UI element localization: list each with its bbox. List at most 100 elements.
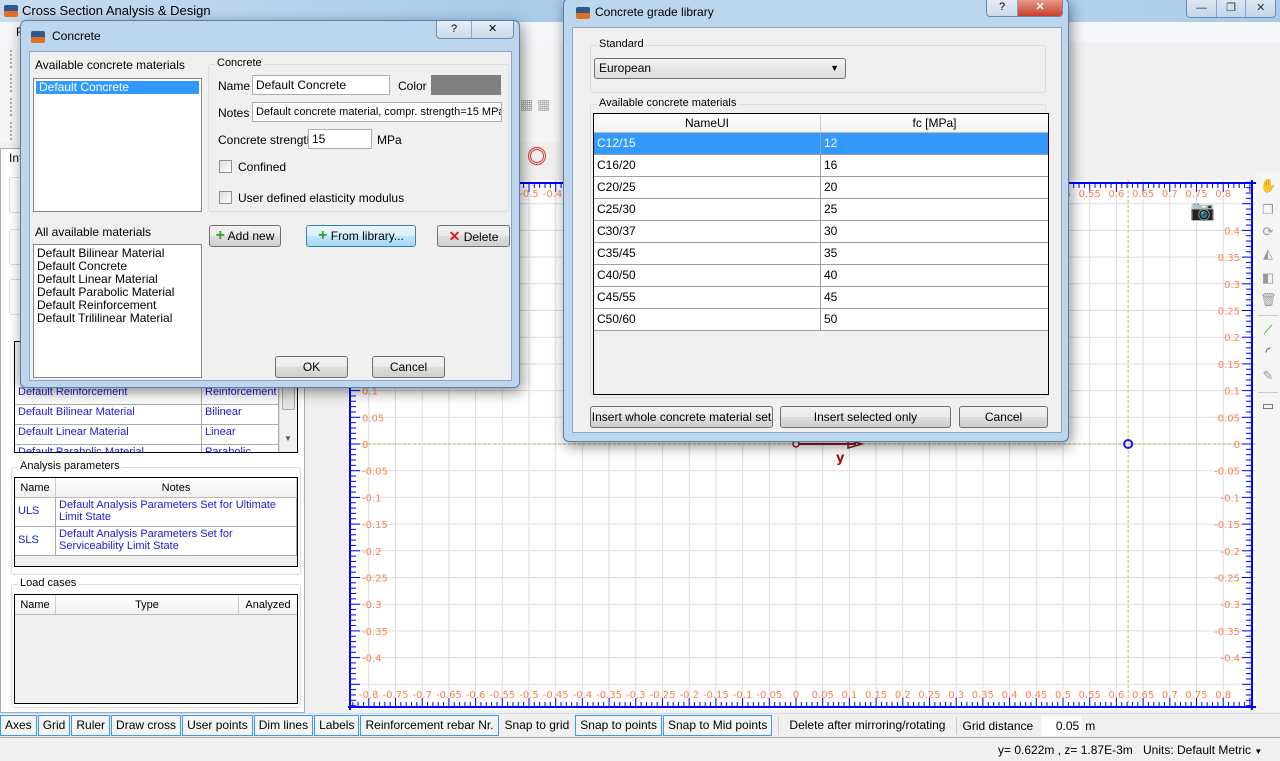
close-button[interactable]: ✕	[1246, 0, 1275, 17]
x-tick-label-bottom: 0.6	[1108, 690, 1124, 701]
erase-icon[interactable]: ✎	[1260, 368, 1276, 384]
list-item[interactable]: Default Trililinear Material	[34, 312, 201, 325]
table-row[interactable]: C45/55 45	[594, 287, 1048, 309]
table-row[interactable]: SLS Default Analysis Parameters Set for …	[15, 527, 297, 556]
x-tick-label-bottom: 0.25	[918, 690, 940, 701]
x-tick-label-top: 0.55	[1079, 189, 1101, 200]
toggle-ruler[interactable]: Ruler	[71, 715, 111, 736]
toggle-snap-to-grid[interactable]: Snap to grid	[500, 715, 575, 736]
arc-icon[interactable]: ◜	[1260, 344, 1276, 360]
toggle-user-points[interactable]: User points	[182, 715, 253, 736]
toggle-labels[interactable]: Labels	[314, 715, 360, 736]
x-tick-label-bottom: 0.05	[812, 690, 834, 701]
strength-input[interactable]: 15	[308, 129, 372, 149]
toggle-grid[interactable]: Grid	[37, 715, 71, 736]
color-swatch[interactable]	[431, 75, 501, 95]
table-row[interactable]: C50/60 50	[594, 309, 1048, 331]
separator	[778, 716, 780, 735]
scroll-down-icon[interactable]: ▼	[284, 434, 292, 443]
dialog-title: Concrete grade library	[595, 5, 714, 19]
x-tick-label-bottom: 0.3	[948, 690, 964, 701]
column-header-name[interactable]: NameUI	[594, 114, 821, 132]
rotate-icon[interactable]: ⟳	[1260, 224, 1276, 240]
table-row[interactable]: C40/50 40	[594, 265, 1048, 287]
toolbar-grip[interactable]	[10, 122, 14, 140]
scrollbar-thumb[interactable]	[282, 386, 295, 410]
toggle-draw-cross[interactable]: Draw cross	[111, 715, 182, 736]
hand-icon[interactable]: ✋	[1260, 178, 1276, 194]
grid-distance-input[interactable]: 0.05	[1041, 715, 1082, 736]
help-button[interactable]: ?	[437, 21, 473, 38]
toggle-reinforcement-rebar-nr[interactable]: Reinforcement rebar Nr.	[360, 715, 499, 736]
ok-button[interactable]: OK	[275, 356, 348, 378]
name-input[interactable]: Default Concrete	[252, 75, 390, 95]
overlap-icon[interactable]: ◧	[1260, 270, 1276, 286]
confined-label: Confined	[238, 160, 287, 174]
table-row[interactable]: C16/20 16	[594, 155, 1048, 177]
table-row[interactable]: C35/45 35	[594, 243, 1048, 265]
trash-icon[interactable]: 🗑	[1260, 292, 1277, 308]
delete-after-mirroring-toggle[interactable]: Delete after mirroring/rotating	[784, 715, 950, 736]
chevron-down-icon: ▼	[830, 63, 839, 73]
y-tick-label-right: -0.4	[1220, 654, 1240, 665]
table-row[interactable]: C30/37 30	[594, 221, 1048, 243]
y-tick-label-left: -0.3	[362, 600, 382, 611]
all-materials-list[interactable]: Default Bilinear Material Default Concre…	[33, 244, 202, 378]
toolbar-grip[interactable]	[10, 98, 14, 116]
toggle-snap-to-points[interactable]: Snap to points	[575, 715, 662, 736]
table-row[interactable]: C12/15 12	[594, 133, 1048, 155]
line-icon[interactable]: ⟋	[1260, 322, 1276, 338]
table-row[interactable]: Default Linear Material Linear	[15, 425, 297, 445]
help-button[interactable]: ?	[987, 0, 1019, 16]
minimize-button[interactable]: —	[1187, 0, 1217, 17]
elasticity-checkbox[interactable]	[219, 191, 232, 204]
standard-label: Standard	[597, 38, 646, 50]
delete-button[interactable]: ✕ Delete	[437, 225, 510, 247]
materials-label: Available concrete materials	[597, 97, 739, 109]
standard-select[interactable]: European ▼	[594, 58, 846, 79]
all-materials-label: All available materials	[35, 225, 152, 239]
restore-button[interactable]: ❐	[1217, 0, 1247, 17]
notes-input[interactable]: Default concrete material, compr. streng…	[252, 102, 502, 122]
x-tick-label-bottom: -0.55	[489, 690, 515, 701]
toggle-axes[interactable]: Axes	[0, 715, 37, 736]
available-materials-list[interactable]: Default Concrete	[33, 78, 202, 212]
grade-name-cell: C50/60	[594, 309, 821, 330]
close-button[interactable]: ✕	[472, 21, 513, 38]
y-tick-label-left: 0	[362, 440, 368, 451]
y-tick-label-right: -0.35	[1214, 627, 1240, 638]
list-item[interactable]: Default Concrete	[36, 81, 199, 94]
units-dropdown[interactable]: Units: Default Metric ▼	[1143, 743, 1262, 757]
copy-icon[interactable]: ❐	[1260, 202, 1276, 218]
confined-checkbox[interactable]	[219, 160, 232, 173]
table-row[interactable]: Default Bilinear Material Bilinear	[15, 405, 297, 425]
x-tick-label-bottom: 0.65	[1132, 690, 1154, 701]
y-tick-label-right: 0.1	[1224, 387, 1240, 398]
camera-icon[interactable]: 📷	[1190, 198, 1215, 223]
toggle-dim-lines[interactable]: Dim lines	[253, 715, 314, 736]
mirror-icon[interactable]: ◭	[1260, 246, 1276, 262]
close-button[interactable]: ✕	[1018, 0, 1062, 16]
target-icon[interactable]	[528, 147, 546, 165]
from-library-button[interactable]: + From library...	[306, 225, 416, 247]
table-row[interactable]: Default Reinforcement Reinforcement	[15, 385, 297, 405]
insert-selected-button[interactable]: Insert selected only	[780, 406, 951, 428]
cursor-coordinates: y= 0.622m , z= 1.87E-3m	[998, 743, 1133, 757]
toolbar-grip[interactable]	[10, 74, 14, 92]
add-new-button[interactable]: + Add new	[209, 225, 281, 247]
concrete-group-title: Concrete	[215, 57, 264, 69]
column-header-fc[interactable]: fc [MPa]	[821, 114, 1048, 132]
toolbar-grip[interactable]	[10, 50, 14, 68]
layer-icons[interactable]: ▦ ▦	[520, 96, 560, 116]
cancel-button[interactable]: Cancel	[372, 356, 445, 378]
comment-icon[interactable]: ▭	[1260, 398, 1276, 414]
toggle-snap-to-mid-points[interactable]: Snap to Mid points	[663, 715, 773, 736]
cancel-button[interactable]: Cancel	[959, 406, 1048, 428]
insert-whole-set-button[interactable]: Insert whole concrete material set	[590, 406, 773, 428]
table-row[interactable]: Default Parabolic Material Parabolic	[15, 445, 297, 452]
grid-distance-label: Grid distance	[962, 718, 1034, 733]
table-row[interactable]: ULS Default Analysis Parameters Set for …	[15, 498, 297, 527]
table-row[interactable]: C25/30 25	[594, 199, 1048, 221]
table-row[interactable]: C20/25 20	[594, 177, 1048, 199]
library-dialog: Concrete grade library ? ✕ Standard Euro…	[563, 0, 1069, 442]
